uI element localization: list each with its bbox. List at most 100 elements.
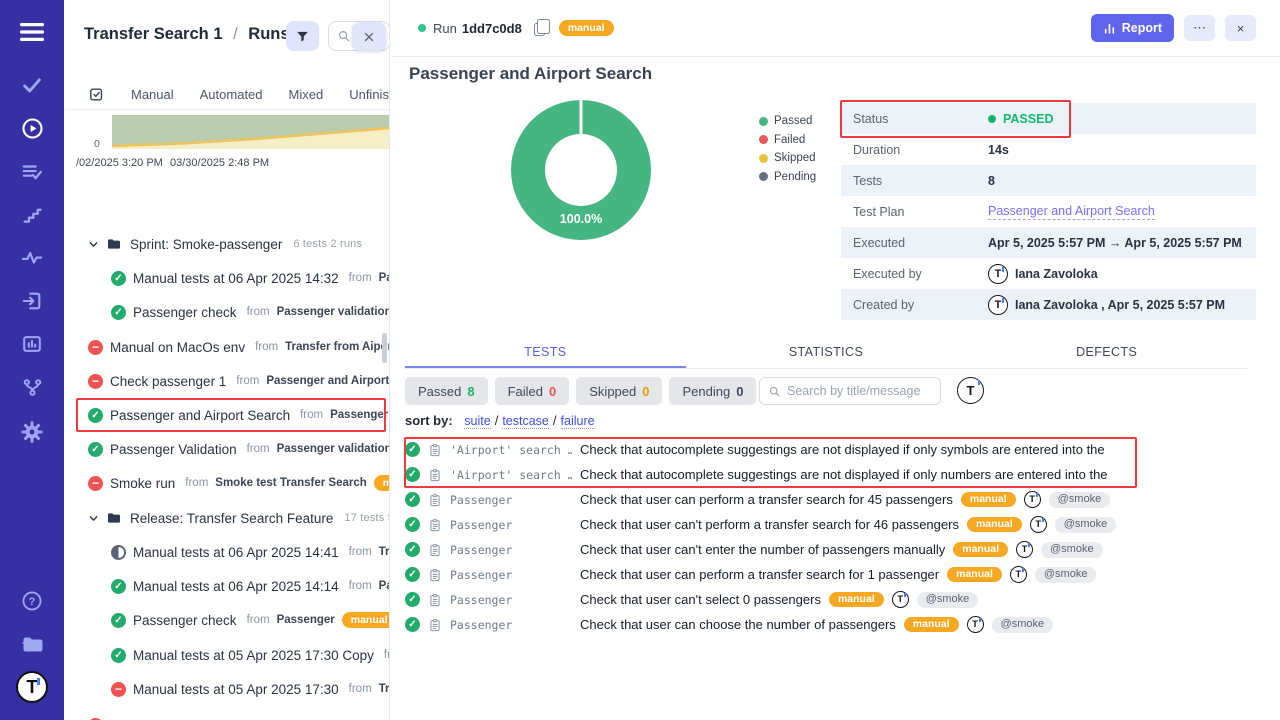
run-row[interactable]: Manual tests at 06 Apr 2025 14:41fromTra… xyxy=(64,535,390,569)
sort-link-suite[interactable]: suite xyxy=(464,414,490,429)
sort-link-failure[interactable]: failure xyxy=(561,414,595,429)
test-row[interactable]: PassengerCheck that user can't perform a… xyxy=(391,512,1280,537)
legend-item-failed[interactable]: Failed xyxy=(759,131,816,150)
run-row[interactable]: Manual tests at 05 Apr 2025 17:30fromTra… xyxy=(64,672,390,706)
manual-badge: manual xyxy=(559,20,614,36)
chart-y-zero-label: 0 xyxy=(94,138,100,150)
test-row[interactable]: PassengerCheck that user can't select 0 … xyxy=(391,587,1280,612)
pulse-icon[interactable] xyxy=(0,240,64,276)
test-row[interactable]: PassengerCheck that user can perform a t… xyxy=(391,487,1280,512)
search-icon xyxy=(768,385,781,398)
test-title: Check that user can perform a transfer s… xyxy=(580,492,953,507)
runs-icon[interactable] xyxy=(0,110,64,146)
filter-chip-pending[interactable]: Pending0 xyxy=(669,377,756,405)
run-header: Run 1dd7c0d8 manual Report ⋯ × xyxy=(391,0,1280,57)
run-row[interactable]: Passenger and Airport SearchfromPassenge… xyxy=(64,398,390,432)
legend-item-skipped[interactable]: Skipped xyxy=(759,149,816,168)
select-checkbox-icon[interactable] xyxy=(88,86,105,103)
status-passed-icon xyxy=(111,305,126,320)
test-suite: Passenger xyxy=(450,568,572,582)
run-row[interactable]: Passenger checkfromPassengermanual6 xyxy=(64,603,390,637)
report-button[interactable]: Report xyxy=(1091,14,1174,42)
folder-icon xyxy=(106,236,122,252)
runs-scrollbar-thumb[interactable] xyxy=(382,333,387,363)
test-row[interactable]: 'Airport' search …Check that autocomplet… xyxy=(391,437,1280,462)
assignee-avatar[interactable]: T xyxy=(957,377,984,404)
tests-search-input[interactable] xyxy=(787,384,927,398)
run-row[interactable]: Manual tests at 06 Apr 2025 14:4 xyxy=(64,708,390,720)
test-plan-link[interactable]: Passenger and Airport Search xyxy=(988,204,1155,220)
sort-link-testcase[interactable]: testcase xyxy=(502,414,549,429)
legend-item-pending[interactable]: Pending xyxy=(759,168,816,187)
steps-icon[interactable] xyxy=(0,197,64,233)
test-title: Check that user can't enter the number o… xyxy=(580,542,945,557)
branches-icon[interactable] xyxy=(0,369,64,405)
tab-mixed[interactable]: Mixed xyxy=(289,87,324,102)
analytics-icon[interactable] xyxy=(0,326,64,362)
menu-icon[interactable] xyxy=(0,14,64,50)
run-row[interactable]: Manual tests at 06 Apr 2025 14:14fromPas… xyxy=(64,569,390,603)
run-row[interactable]: Manual on MacOs envfromTransfer from Aip… xyxy=(64,330,390,364)
manual-badge: manual xyxy=(904,617,959,633)
test-plans-icon[interactable] xyxy=(0,154,64,190)
status-passed-icon xyxy=(405,517,420,532)
filter-button[interactable] xyxy=(286,21,319,51)
owner-avatar: T xyxy=(967,616,984,633)
run-id: 1dd7c0d8 xyxy=(462,21,522,36)
legend-item-passed[interactable]: Passed xyxy=(759,112,816,131)
tab-manual[interactable]: Manual xyxy=(131,87,174,102)
test-row[interactable]: PassengerCheck that user can perform a t… xyxy=(391,562,1280,587)
tests-icon[interactable] xyxy=(0,67,64,103)
filter-chip-skipped[interactable]: Skipped0 xyxy=(576,377,662,405)
smoke-tag: @smoke xyxy=(992,617,1054,633)
filter-chip-passed[interactable]: Passed8 xyxy=(405,377,488,405)
run-row[interactable]: Passenger checkfromPassenger validationm… xyxy=(64,295,390,329)
help-icon[interactable]: ? xyxy=(0,583,64,619)
manual-badge: manual xyxy=(829,592,884,608)
run-group-row[interactable]: Sprint: Smoke-passenger6 tests 2 runs xyxy=(64,227,390,261)
status-filter-chips: Passed8Failed0Skipped0Pending0 xyxy=(405,377,756,405)
tab-statistics[interactable]: STATISTICS xyxy=(686,339,967,368)
projects-folder-icon[interactable] xyxy=(0,626,64,662)
run-row[interactable]: Manual tests at 05 Apr 2025 17:30 Copyfr… xyxy=(64,638,390,672)
status-passed-icon xyxy=(111,271,126,286)
tab-unfinished[interactable]: Unfinished xyxy=(349,87,390,102)
clear-search-button[interactable] xyxy=(352,22,386,51)
app-logo[interactable]: T xyxy=(16,671,48,703)
run-row[interactable]: Passenger ValidationfromPassenger valida… xyxy=(64,432,390,466)
owner-avatar: T xyxy=(1024,491,1041,508)
chevron-down-icon[interactable] xyxy=(88,513,99,524)
summary-row: StatusPASSED xyxy=(841,103,1256,134)
settings-gear-icon[interactable] xyxy=(0,414,64,450)
testcase-icon xyxy=(428,593,442,607)
tab-automated[interactable]: Automated xyxy=(200,87,263,102)
test-title: Check that autocomplete suggestings are … xyxy=(580,442,1105,457)
copy-icon[interactable] xyxy=(534,23,545,36)
test-row[interactable]: PassengerCheck that user can't enter the… xyxy=(391,537,1280,562)
tab-defects[interactable]: DEFECTS xyxy=(966,339,1247,368)
breadcrumb-project[interactable]: Transfer Search 1 xyxy=(84,25,223,43)
filter-chip-failed[interactable]: Failed0 xyxy=(495,377,570,405)
tab-tests[interactable]: TESTS xyxy=(405,339,686,368)
test-title: Check that user can choose the number of… xyxy=(580,617,896,632)
test-row[interactable]: PassengerCheck that user can choose the … xyxy=(391,612,1280,637)
test-row[interactable]: 'Airport' search …Check that autocomplet… xyxy=(391,462,1280,487)
close-run-button[interactable]: × xyxy=(1225,15,1256,41)
status-partial-icon xyxy=(111,545,126,560)
test-suite: 'Airport' search … xyxy=(450,468,572,482)
summary-label: Executed xyxy=(853,236,988,250)
testcase-icon xyxy=(428,543,442,557)
status-passed-icon xyxy=(405,442,420,457)
chevron-down-icon[interactable] xyxy=(88,239,99,250)
tests-search[interactable] xyxy=(759,377,941,405)
import-icon[interactable] xyxy=(0,283,64,319)
testcase-icon xyxy=(428,493,442,507)
run-row[interactable]: Smoke runfromSmoke test Transfer Searchm… xyxy=(64,466,390,500)
run-row[interactable]: Manual tests at 06 Apr 2025 14:32fromPas… xyxy=(64,261,390,295)
more-button[interactable]: ⋯ xyxy=(1184,15,1215,41)
run-row[interactable]: Check passenger 1fromPassenger and Airpo… xyxy=(64,364,390,398)
status-passed-icon xyxy=(111,613,126,628)
testcase-icon xyxy=(428,468,442,482)
run-group-row[interactable]: Release: Transfer Search Feature17 tests… xyxy=(64,501,390,535)
legend-dot xyxy=(759,154,768,163)
